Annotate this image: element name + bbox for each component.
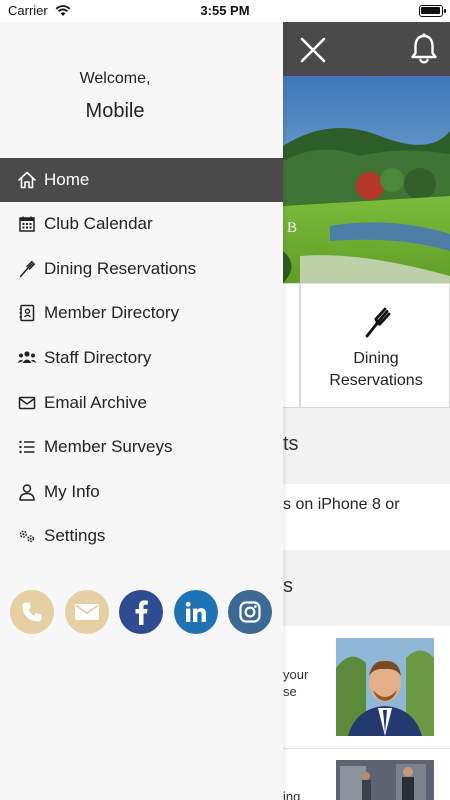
- menu-item-label: Dining Reservations: [44, 258, 197, 278]
- menu-item-my-info[interactable]: My Info: [0, 470, 283, 515]
- fitness-photo[interactable]: [336, 760, 434, 800]
- section-title: s: [283, 575, 293, 597]
- battery-icon: [419, 5, 446, 17]
- close-icon[interactable]: [297, 34, 329, 66]
- home-icon: [17, 170, 37, 190]
- menu-item-label: Email Archive: [44, 392, 147, 412]
- clock: 3:55 PM: [200, 3, 250, 18]
- contact-book-icon: [17, 303, 37, 323]
- welcome-text: Welcome,: [79, 70, 151, 87]
- status-bar: Carrier 3:55 PM: [0, 0, 450, 22]
- menu-item-member-surveys[interactable]: Member Surveys: [0, 425, 283, 470]
- menu-item-home[interactable]: Home: [0, 158, 283, 202]
- menu-item-dining-reservations[interactable]: Dining Reservations: [0, 247, 283, 292]
- gears-icon: [17, 526, 37, 546]
- dining-tile-label: Dining Reservations: [329, 350, 423, 389]
- menu-item-settings[interactable]: Settings: [0, 514, 283, 559]
- menu-item-staff-directory[interactable]: Staff Directory: [0, 336, 283, 381]
- menu-item-label: Home: [44, 170, 90, 189]
- menu-item-label: Member Surveys: [44, 437, 173, 457]
- social-links: [10, 590, 283, 634]
- mail-icon[interactable]: [64, 590, 109, 634]
- facebook-icon[interactable]: [119, 590, 163, 634]
- menu-item-club-calendar[interactable]: Club Calendar: [0, 202, 283, 247]
- fork-icon: [361, 306, 391, 338]
- envelope-icon: [17, 393, 37, 413]
- list-icon: [17, 437, 37, 457]
- linkedin-icon[interactable]: [173, 590, 218, 634]
- phone-icon[interactable]: [10, 590, 54, 634]
- user-icon: [17, 482, 37, 502]
- news-item-text[interactable]: your se: [283, 666, 308, 700]
- news-item-text[interactable]: ing: [283, 788, 300, 800]
- menu-item-email-archive[interactable]: Email Archive: [0, 380, 283, 425]
- calendar-icon: [17, 214, 37, 234]
- news-item-text[interactable]: s on iPhone 8 or: [283, 496, 400, 514]
- bell-icon[interactable]: [408, 32, 440, 66]
- staff-photo[interactable]: [336, 638, 434, 736]
- menu-item-member-directory[interactable]: Member Directory: [0, 291, 283, 336]
- navigation-drawer: Welcome, Mobile Home Club Calendar Dinin…: [0, 22, 283, 800]
- menu-item-label: Staff Directory: [44, 348, 152, 368]
- fork-icon: [17, 259, 37, 279]
- section-title: ts: [283, 433, 299, 455]
- hero-logo-letter: B: [287, 220, 299, 236]
- group-icon: [17, 348, 37, 368]
- menu-item-label: Member Directory: [44, 303, 180, 323]
- dining-reservations-tile[interactable]: Dining Reservations: [300, 283, 450, 408]
- user-name: Mobile: [85, 100, 145, 122]
- instagram-icon[interactable]: [228, 590, 272, 634]
- menu-item-label: Settings: [44, 526, 106, 546]
- menu-item-label: Club Calendar: [44, 214, 153, 234]
- menu-item-label: My Info: [44, 481, 100, 501]
- drawer-menu: Home Club Calendar Dining Reservations M…: [0, 158, 283, 559]
